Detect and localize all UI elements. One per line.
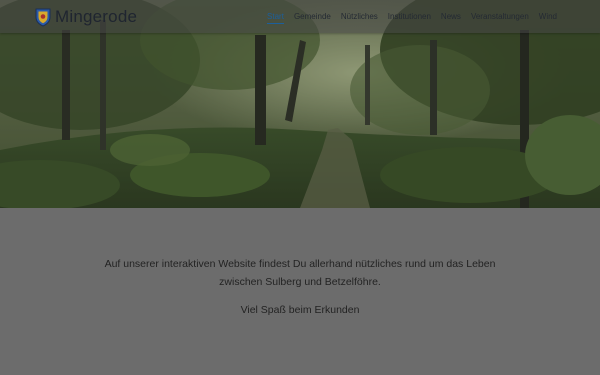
nav-item-wind[interactable]: Wind bbox=[539, 0, 557, 33]
intro-greeting: Viel Spaß beim Erkunden bbox=[240, 304, 360, 316]
nav-item-news[interactable]: News bbox=[441, 0, 461, 33]
brand-link[interactable]: Mingerode bbox=[35, 6, 137, 28]
nav-item-gemeinde[interactable]: Gemeinde bbox=[294, 0, 331, 33]
navbar: Mingerode Start Gemeinde Nützliches Inst… bbox=[0, 0, 600, 33]
intro-text-line1: Auf unserer interaktiven Website findest… bbox=[104, 258, 496, 270]
nav-item-start[interactable]: Start bbox=[267, 0, 284, 33]
intro-section: Auf unserer interaktiven Website findest… bbox=[0, 255, 600, 319]
site-title: Mingerode bbox=[55, 7, 138, 26]
intro-text-line2: zwischen Sulberg und Betzelföhre. bbox=[219, 276, 381, 288]
nav-item-veranstaltungen[interactable]: Veranstaltungen bbox=[471, 0, 529, 33]
nav-item-institutionen[interactable]: Institutionen bbox=[388, 0, 431, 33]
main-menu: Start Gemeinde Nützliches Institutionen … bbox=[267, 0, 557, 33]
coat-of-arms-icon bbox=[35, 8, 51, 27]
nav-item-nuetzliches[interactable]: Nützliches bbox=[341, 0, 378, 33]
